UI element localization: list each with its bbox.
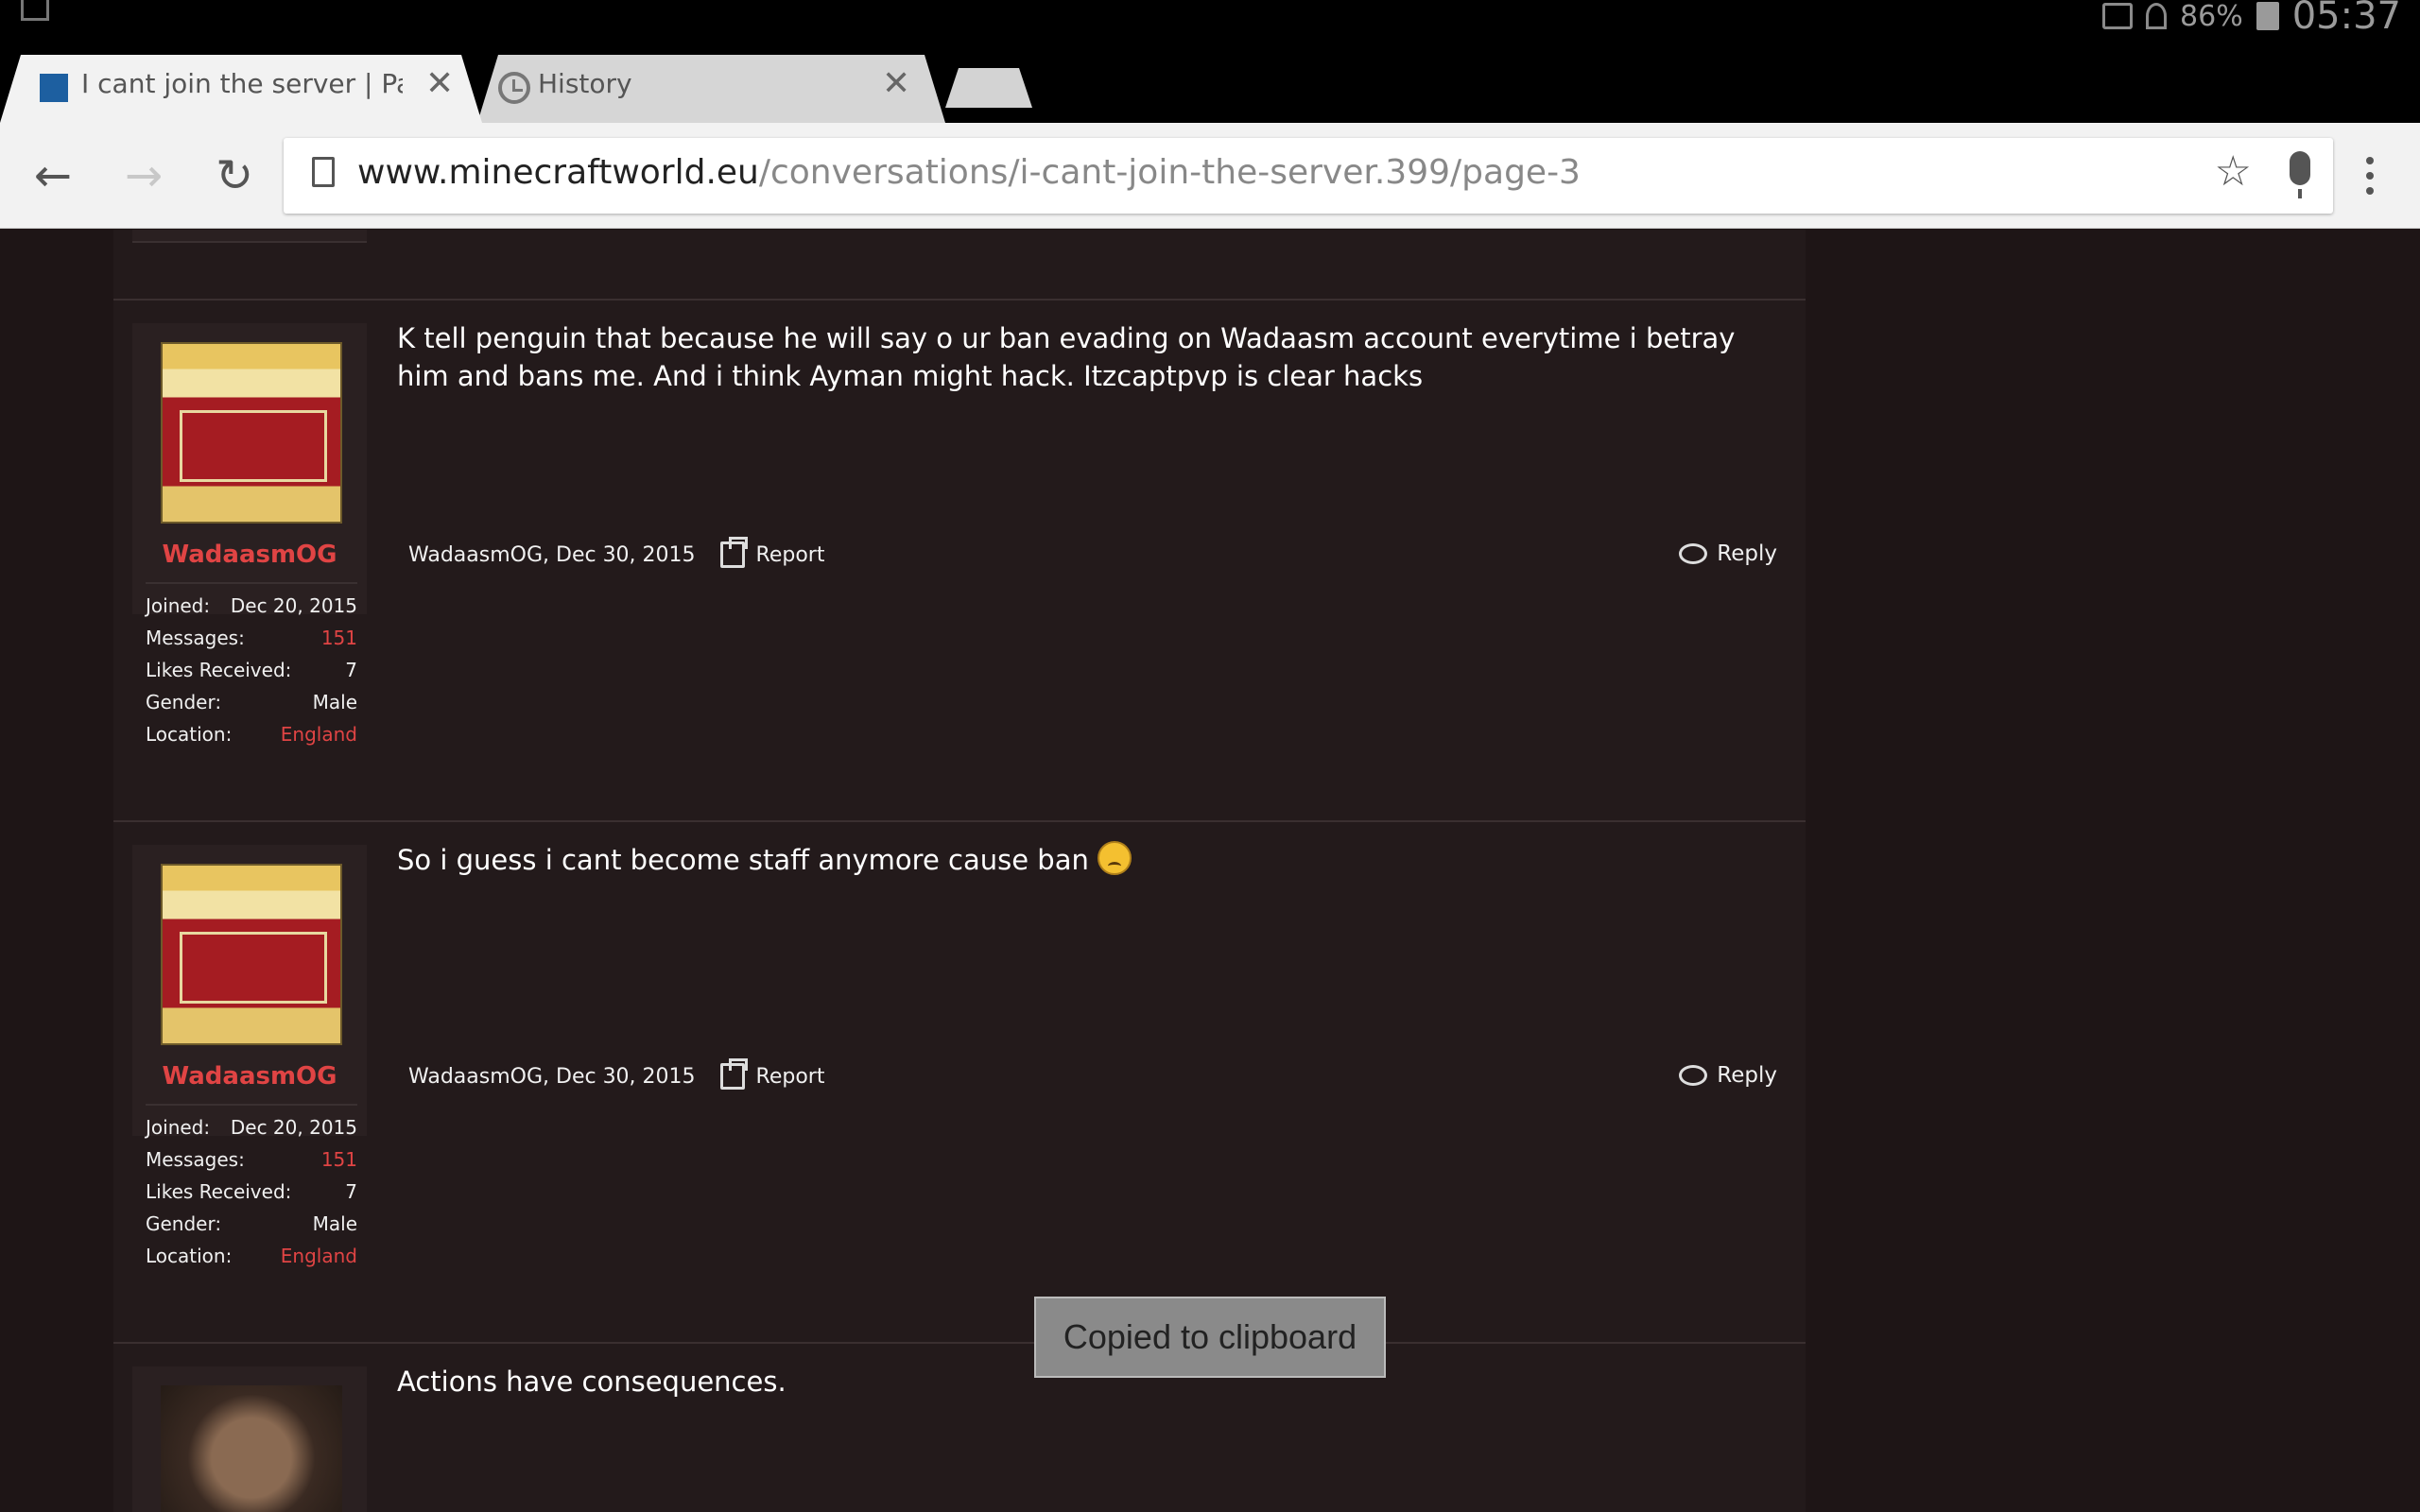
post-author-date[interactable]: WadaasmOG, Dec 30, 2015 [408,1065,696,1089]
info-joined: Joined: Dec 20, 2015 [146,594,357,617]
reload-icon[interactable]: ↻ [206,149,263,202]
forward-icon[interactable]: → [115,149,172,202]
url-text[interactable]: www.minecraftworld.eu/conversations/i-ca… [357,153,1581,192]
info-messages: Messages: 151 [146,1148,357,1171]
reply-link[interactable]: Reply [1679,541,1777,566]
status-bar-right: 86% 05:37 [2102,0,2401,38]
user-box: WadaasmOG Joined: Dec 20, 2015 Messages: 1… [132,845,367,1267]
mute-icon [2102,3,2134,29]
message-text: So i guess i cant become staff anymore c… [397,841,1787,879]
info-gender: Gender: Male [146,1212,357,1235]
user-info: Joined: Dec 20, 2015 Messages: 151 Likes R… [146,1104,357,1272]
wifi-icon [2146,3,2168,29]
reply-link[interactable]: Reply [1679,1063,1777,1088]
sad-face-emoji-icon [1098,841,1132,875]
user-box [132,1366,367,1512]
report-icon [719,1058,748,1090]
info-joined: Joined: Dec 20, 2015 [146,1116,357,1139]
back-icon[interactable]: ← [25,149,81,202]
browser-toolbar: ← → ↻ www.minecraftworld.eu/conversation… [0,123,2420,229]
clock: 05:37 [2291,0,2401,38]
post-meta: WadaasmOG, Dec 30, 2015 Report [408,537,824,568]
history-icon [498,72,530,104]
username[interactable]: WadaasmOG [132,541,367,569]
post-author-date[interactable]: WadaasmOG, Dec 30, 2015 [408,543,696,567]
info-messages: Messages: 151 [146,627,357,649]
user-box: WadaasmOG Joined: Dec 20, 2015 Messages: 1… [132,323,367,746]
gallery-notification-icon [21,0,49,21]
clipboard-toast: Copied to clipboard [1034,1297,1386,1378]
reply-icon [1679,1065,1708,1086]
info-location: Location: England [146,723,357,746]
battery-percent: 86% [2180,0,2243,33]
address-bar[interactable]: www.minecraftworld.eu/conversations/i-ca… [284,138,2333,214]
status-bar: 86% 05:37 [0,0,2420,55]
battery-icon [2256,2,2279,30]
bookmark-star-icon[interactable]: ☆ [2215,147,2252,196]
post-separator [113,1342,1806,1344]
info-likes: Likes Received: 7 [146,1180,357,1203]
close-icon[interactable]: ✕ [882,64,910,103]
previous-post-userbox [132,230,367,243]
post-separator [113,820,1806,822]
menu-icon[interactable] [2366,157,2374,195]
tab-title: I cant join the server | Page 3 [81,68,403,99]
tab-title: History [538,68,632,99]
info-location: Location: England [146,1245,357,1267]
reply-icon [1679,543,1708,564]
username[interactable]: WadaasmOG [132,1062,367,1091]
new-tab-button[interactable] [945,68,1032,108]
message-text: K tell penguin that because he will say … [397,322,1736,392]
report-icon [719,537,748,568]
avatar[interactable] [161,864,342,1045]
page-icon [312,157,335,187]
info-likes: Likes Received: 7 [146,659,357,681]
avatar[interactable] [161,1385,342,1512]
close-icon[interactable]: ✕ [425,64,454,103]
tab-history[interactable]: History ✕ [477,55,945,123]
info-gender: Gender: Male [146,691,357,713]
microphone-icon[interactable] [2290,151,2310,198]
post-meta: WadaasmOG, Dec 30, 2015 Report [408,1058,824,1090]
post-separator [113,299,1806,301]
report-link[interactable]: Report [719,537,824,568]
tab-strip: History ✕ I cant join the server | Page … [0,55,2420,123]
report-link[interactable]: Report [719,1058,824,1090]
tab-conversation[interactable]: I cant join the server | Page 3 ✕ [0,55,482,123]
user-info: Joined: Dec 20, 2015 Messages: 151 Likes R… [146,582,357,750]
site-favicon-icon [40,74,68,102]
avatar[interactable] [161,342,342,524]
